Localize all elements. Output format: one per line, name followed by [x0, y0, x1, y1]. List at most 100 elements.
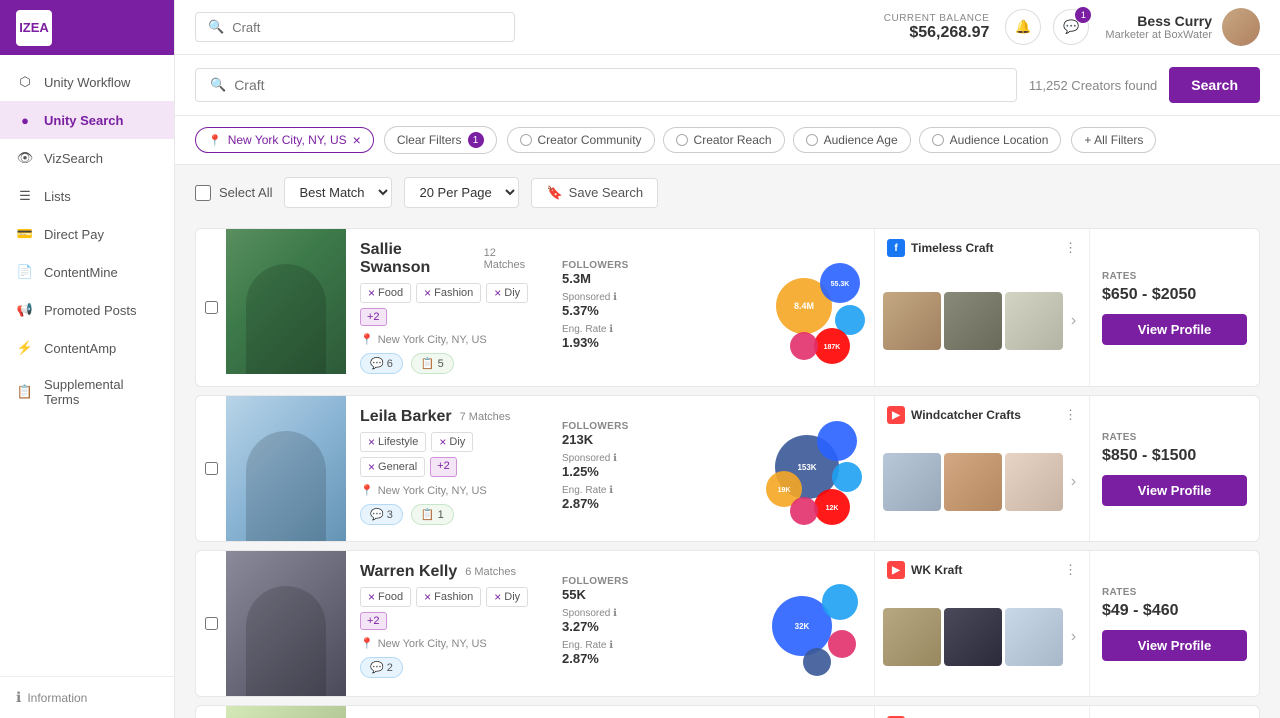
list-count[interactable]: 📋 1 [411, 504, 454, 525]
creator-photo[interactable] [226, 551, 346, 696]
eng-rate-value: 2.87% [562, 496, 721, 511]
view-profile-button[interactable]: View Profile [1102, 630, 1247, 661]
creator-photo[interactable] [226, 706, 346, 718]
tag-x[interactable]: × [439, 435, 446, 449]
creator-name[interactable]: Warren Kelly [360, 563, 457, 581]
campaign-more-button[interactable]: ⋮ [1064, 562, 1077, 578]
save-search-button[interactable]: 🔖 Save Search [531, 178, 658, 208]
tag-x[interactable]: × [424, 286, 431, 300]
creator-name[interactable]: Leila Barker [360, 408, 452, 426]
tag-x[interactable]: × [494, 286, 501, 300]
filter-btn-creator-reach[interactable]: Creator Reach [663, 127, 785, 153]
creator-name[interactable]: Sallie Swanson [360, 241, 476, 277]
messages-count[interactable]: 💬 6 [360, 353, 403, 374]
filter-btn-audience-age[interactable]: Audience Age [793, 127, 911, 153]
notifications-bell-button[interactable]: 🔔 [1005, 9, 1041, 45]
sidebar-label-lists: Lists [44, 189, 71, 204]
card-select-checkbox[interactable] [205, 617, 218, 630]
info-icon: ℹ [613, 453, 617, 464]
tag-x[interactable]: × [368, 435, 375, 449]
eng-rate-label: Eng. Rate ℹ [562, 640, 721, 651]
filter-location-text: New York City, NY, US [228, 133, 347, 147]
filter-btn-creator-community[interactable]: Creator Community [507, 127, 655, 153]
balance-label: CURRENT BALANCE [884, 13, 990, 24]
sponsored-label: Sponsored ℹ [562, 292, 721, 303]
main-search-wrap[interactable]: 🔍 [195, 68, 1017, 102]
messages-count[interactable]: 💬 2 [360, 657, 403, 678]
all-filters-button[interactable]: + All Filters [1071, 127, 1156, 153]
view-profile-button[interactable]: View Profile [1102, 314, 1247, 345]
active-location-filter[interactable]: 📍 New York City, NY, US × [195, 127, 374, 153]
sidebar-logo: IZEA [0, 0, 174, 55]
campaign-thumb-2[interactable] [944, 292, 1002, 350]
topbar-search-wrap[interactable]: 🔍 [195, 12, 515, 42]
campaign-more-button[interactable]: ⋮ [1064, 407, 1077, 423]
card-select-checkbox[interactable] [205, 301, 218, 314]
sidebar-item-lists[interactable]: ☰Lists [0, 177, 174, 215]
sidebar-item-promoted-posts[interactable]: 📢Promoted Posts [0, 291, 174, 329]
sidebar-item-viz-search[interactable]: 👁VizSearch [0, 139, 174, 177]
campaign-thumb-2[interactable] [944, 453, 1002, 511]
main-search-input[interactable] [234, 77, 1002, 93]
topbar-search-input[interactable] [232, 20, 502, 35]
campaign-thumb-1[interactable] [883, 608, 941, 666]
per-page-select[interactable]: 20 Per Page [404, 177, 519, 208]
messages-button[interactable]: 💬 1 [1053, 9, 1089, 45]
rates-label: Rates [1102, 432, 1137, 443]
sidebar-item-unity-search[interactable]: ●Unity Search [0, 101, 174, 139]
campaign-thumb-1[interactable] [883, 453, 941, 511]
tag-x[interactable]: × [494, 590, 501, 604]
sidebar-item-direct-pay[interactable]: 💳Direct Pay [0, 215, 174, 253]
campaign-thumb-3[interactable] [1005, 453, 1063, 511]
creator-tag: ×Fashion [416, 587, 481, 607]
filter-icon [806, 134, 818, 146]
tag-x[interactable]: × [424, 590, 431, 604]
creator-photo[interactable] [226, 396, 346, 541]
tag-x[interactable]: × [368, 590, 375, 604]
rates-label: Rates [1102, 271, 1137, 282]
campaign-more-button[interactable]: ⋮ [1064, 240, 1077, 256]
card-select-checkbox[interactable] [205, 462, 218, 475]
filters-row: 📍 New York City, NY, US × Clear Filters … [175, 116, 1280, 165]
campaign-thumb-3[interactable] [1005, 292, 1063, 350]
campaign-platform-icon: ▶ [887, 561, 905, 579]
card-stats: Followers 213K Sponsored ℹ 1.25% Eng. Ra… [554, 396, 729, 541]
creator-location: 📍 New York City, NY, US [360, 484, 540, 497]
clear-filters-count: 1 [468, 132, 484, 148]
campaign-thumb-3[interactable] [1005, 608, 1063, 666]
save-search-label: Save Search [569, 185, 643, 200]
tag-x[interactable]: × [368, 286, 375, 300]
campaign-thumb-2[interactable] [944, 608, 1002, 666]
rates-label: Rates [1102, 587, 1137, 598]
campaign-thumb-1[interactable] [883, 292, 941, 350]
filter-remove-button[interactable]: × [353, 133, 361, 147]
sidebar-item-content-amp[interactable]: ⚡ContentAmp [0, 329, 174, 367]
clear-filters-button[interactable]: Clear Filters 1 [384, 126, 497, 154]
campaign-header: ▶ Windcatcher Crafts ⋮ [875, 396, 1089, 430]
filter-btn-audience-location[interactable]: Audience Location [919, 127, 1062, 153]
creator-tag: ×Fashion [416, 283, 481, 303]
sidebar-footer[interactable]: ℹ Information [0, 676, 174, 718]
tag-x[interactable]: × [368, 460, 375, 474]
view-profile-button[interactable]: View Profile [1102, 475, 1247, 506]
card-actions: 💬 3 📋 1 [360, 504, 540, 525]
sidebar-label-supplemental-terms: Supplemental Terms [44, 377, 158, 407]
sidebar-item-unity-workflow[interactable]: ⬡Unity Workflow [0, 63, 174, 101]
creator-photo[interactable] [226, 229, 346, 374]
promoted-posts-icon: 📢 [16, 301, 34, 319]
svg-text:32K: 32K [794, 622, 809, 631]
sort-by-select[interactable]: Best Match [284, 177, 392, 208]
sidebar-item-content-mine[interactable]: 📄ContentMine [0, 253, 174, 291]
messages-count[interactable]: 💬 3 [360, 504, 403, 525]
notification-badge: 1 [1075, 7, 1091, 23]
campaign-next-arrow[interactable]: › [1066, 473, 1081, 491]
select-all-checkbox[interactable] [195, 185, 211, 201]
campaign-next-arrow[interactable]: › [1066, 628, 1081, 646]
sponsored-stat: Sponsored ℹ 5.37% [562, 292, 721, 318]
sidebar-item-supplemental-terms[interactable]: 📋Supplemental Terms [0, 367, 174, 417]
search-button[interactable]: Search [1169, 67, 1260, 103]
creator-location: 📍 New York City, NY, US [360, 637, 540, 650]
list-count[interactable]: 📋 5 [411, 353, 454, 374]
campaign-next-arrow[interactable]: › [1066, 312, 1081, 330]
user-avatar[interactable] [1222, 8, 1260, 46]
